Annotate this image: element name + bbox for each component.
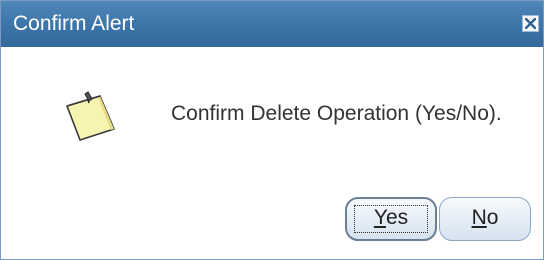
note-icon — [66, 91, 115, 141]
window-title: Confirm Alert — [13, 12, 135, 35]
yes-mnemonic: Y — [373, 206, 386, 229]
close-button[interactable] — [522, 15, 539, 32]
no-button-label: No — [472, 206, 499, 229]
dialog-body: Confirm Delete Operation (Yes/No). Yes N… — [1, 47, 543, 259]
no-button[interactable]: No — [439, 197, 531, 241]
yes-label-rest: es — [385, 206, 409, 229]
yes-button[interactable]: Yes — [345, 197, 437, 241]
title-bar[interactable]: Confirm Alert — [1, 1, 543, 47]
alert-message: Confirm Delete Operation (Yes/No). — [171, 102, 502, 125]
close-icon — [525, 18, 536, 29]
yes-button-label: Yes — [374, 206, 408, 229]
no-label-rest: o — [486, 206, 499, 229]
confirm-alert-dialog: Confirm Alert Confirm Delete Operation (… — [0, 0, 544, 260]
no-mnemonic: N — [471, 206, 487, 229]
